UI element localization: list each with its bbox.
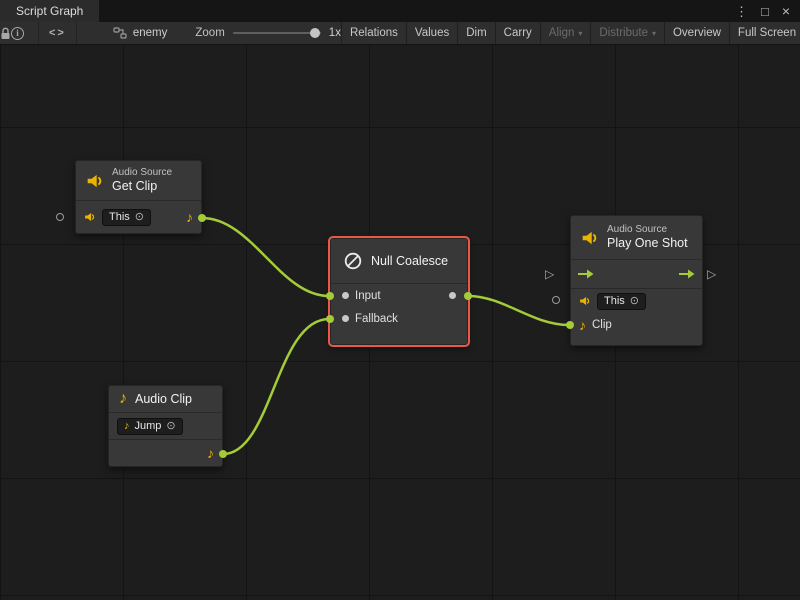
audio-source-icon xyxy=(581,229,599,247)
get-clip-category: Audio Source xyxy=(112,167,172,179)
script-graph-window: Script Graph ⋮ □ × i <> enemy xyxy=(0,0,800,600)
lock-icon-svg xyxy=(0,27,11,40)
input-port[interactable] xyxy=(342,292,349,299)
control-input-arrow-icon[interactable] xyxy=(578,269,594,279)
null-fallback-row: Fallback xyxy=(331,307,467,330)
node-play-one-shot[interactable]: Audio Source Play One Shot xyxy=(570,215,703,346)
audio-clip-field-icon: ♪ xyxy=(124,421,130,432)
distribute-label: Distribute xyxy=(599,27,648,39)
result-output-port[interactable] xyxy=(449,292,456,299)
graph-toolbar: i <> enemy Zoom 1x Relations Values xyxy=(0,22,800,45)
graph-breadcrumb[interactable]: enemy xyxy=(113,22,168,44)
window-controls: ⋮ □ × xyxy=(725,0,800,22)
object-picker-icon[interactable]: ⊙ xyxy=(166,421,175,432)
align-label: Align xyxy=(549,27,575,39)
zoom-slider-knob[interactable] xyxy=(310,28,320,38)
play-one-shot-title: Play One Shot xyxy=(607,236,688,251)
control-output-arrow-icon[interactable] xyxy=(679,269,695,279)
audio-clip-output-port-icon[interactable]: ♪ xyxy=(186,210,193,224)
play-this-field[interactable]: This ⊙ xyxy=(597,293,646,310)
play-one-shot-header: Audio Source Play One Shot xyxy=(571,216,702,259)
play-control-out-port[interactable]: ▷ xyxy=(707,268,716,280)
distribute-button[interactable]: Distribute ▾ xyxy=(590,22,664,44)
zoom-slider-track[interactable] xyxy=(233,32,321,34)
fullscreen-label: Full Screen xyxy=(738,27,796,39)
audio-clip-header: ♪ Audio Clip xyxy=(109,386,222,412)
play-this-value: This xyxy=(604,295,625,307)
null-input-row: Input xyxy=(331,284,467,307)
get-clip-header: Audio Source Get Clip xyxy=(76,161,201,200)
graph-canvas[interactable]: Audio Source Get Clip This ⊙ ♪ xyxy=(0,45,800,600)
node-null-coalesce[interactable]: Null Coalesce Input Fallback xyxy=(330,238,468,345)
object-picker-icon[interactable]: ⊙ xyxy=(630,296,639,307)
overview-button[interactable]: Overview xyxy=(664,22,729,44)
fallback-label: Fallback xyxy=(355,313,398,325)
get-clip-this-input-port[interactable] xyxy=(56,213,64,221)
zoom-value: 1x xyxy=(329,27,341,39)
get-clip-this-value: This xyxy=(109,211,130,223)
distribute-caret-icon: ▾ xyxy=(652,29,656,38)
info-icon[interactable]: i xyxy=(11,22,24,44)
audio-clip-title: Audio Clip xyxy=(135,392,192,406)
fullscreen-button[interactable]: Full Screen xyxy=(729,22,800,44)
align-button[interactable]: Align ▾ xyxy=(540,22,591,44)
info-icon-glyph: i xyxy=(11,27,24,40)
play-this-row: This ⊙ xyxy=(571,289,702,313)
audio-clip-input-port-icon[interactable]: ♪ xyxy=(579,318,586,332)
node-audio-clip[interactable]: ♪ Audio Clip ♪ Jump ⊙ ♪ xyxy=(108,385,223,467)
fallback-port[interactable] xyxy=(342,315,349,322)
code-view-icon[interactable]: <> xyxy=(38,22,77,44)
window-close-icon[interactable]: × xyxy=(782,4,790,18)
align-caret-icon: ▾ xyxy=(578,29,582,38)
wire-audioclip-to-fallback[interactable] xyxy=(223,319,329,454)
audio-source-port-icon xyxy=(84,211,96,223)
zoom-control: Zoom 1x xyxy=(195,22,341,44)
wire-getclip-to-input[interactable] xyxy=(202,218,329,296)
graph-name: enemy xyxy=(133,27,168,39)
overview-label: Overview xyxy=(673,27,721,39)
audio-clip-output-port-icon[interactable]: ♪ xyxy=(207,446,214,460)
play-clip-row: ♪ Clip xyxy=(571,313,702,337)
null-coalesce-header: Null Coalesce xyxy=(331,239,467,283)
play-one-shot-category: Audio Source xyxy=(607,224,688,236)
carry-label: Carry xyxy=(504,27,532,39)
play-control-in-port[interactable]: ▷ xyxy=(545,268,554,280)
window-menu-icon[interactable]: ⋮ xyxy=(735,5,748,18)
graph-asset-icon xyxy=(113,27,127,39)
get-clip-title: Get Clip xyxy=(112,179,172,194)
clip-label: Clip xyxy=(592,319,612,331)
window-maximize-icon[interactable]: □ xyxy=(761,5,769,18)
dim-label: Dim xyxy=(466,27,486,39)
relations-label: Relations xyxy=(350,27,398,39)
toolbar-buttons: Relations Values Dim Carry Align ▾ Distr… xyxy=(341,22,800,44)
dim-button[interactable]: Dim xyxy=(457,22,494,44)
node-get-clip[interactable]: Audio Source Get Clip This ⊙ ♪ xyxy=(75,160,202,234)
values-label: Values xyxy=(415,27,449,39)
get-clip-port-row: This ⊙ ♪ xyxy=(76,201,201,233)
tab-bar-spacer xyxy=(99,0,725,22)
relations-button[interactable]: Relations xyxy=(341,22,406,44)
tab-label: Script Graph xyxy=(16,4,83,18)
tab-script-graph[interactable]: Script Graph xyxy=(0,0,99,22)
audio-clip-output-row: ♪ xyxy=(109,440,222,466)
get-clip-this-field[interactable]: This ⊙ xyxy=(102,209,151,226)
audio-clip-field[interactable]: ♪ Jump ⊙ xyxy=(117,418,183,435)
carry-button[interactable]: Carry xyxy=(495,22,540,44)
audio-clip-icon: ♪ xyxy=(119,391,127,407)
audio-clip-value: Jump xyxy=(135,420,162,432)
play-control-row xyxy=(571,260,702,288)
values-button[interactable]: Values xyxy=(406,22,457,44)
object-picker-icon[interactable]: ⊙ xyxy=(135,212,144,223)
input-label: Input xyxy=(355,290,381,302)
null-coalesce-title: Null Coalesce xyxy=(371,254,448,268)
audio-source-port-icon xyxy=(579,295,591,307)
tab-bar: Script Graph ⋮ □ × xyxy=(0,0,800,22)
null-coalesce-icon xyxy=(343,251,363,271)
audio-source-icon xyxy=(86,172,104,190)
lock-icon[interactable] xyxy=(0,22,11,44)
zoom-label: Zoom xyxy=(195,27,224,39)
play-this-input-port[interactable] xyxy=(552,296,560,304)
audio-clip-field-row: ♪ Jump ⊙ xyxy=(109,413,222,439)
